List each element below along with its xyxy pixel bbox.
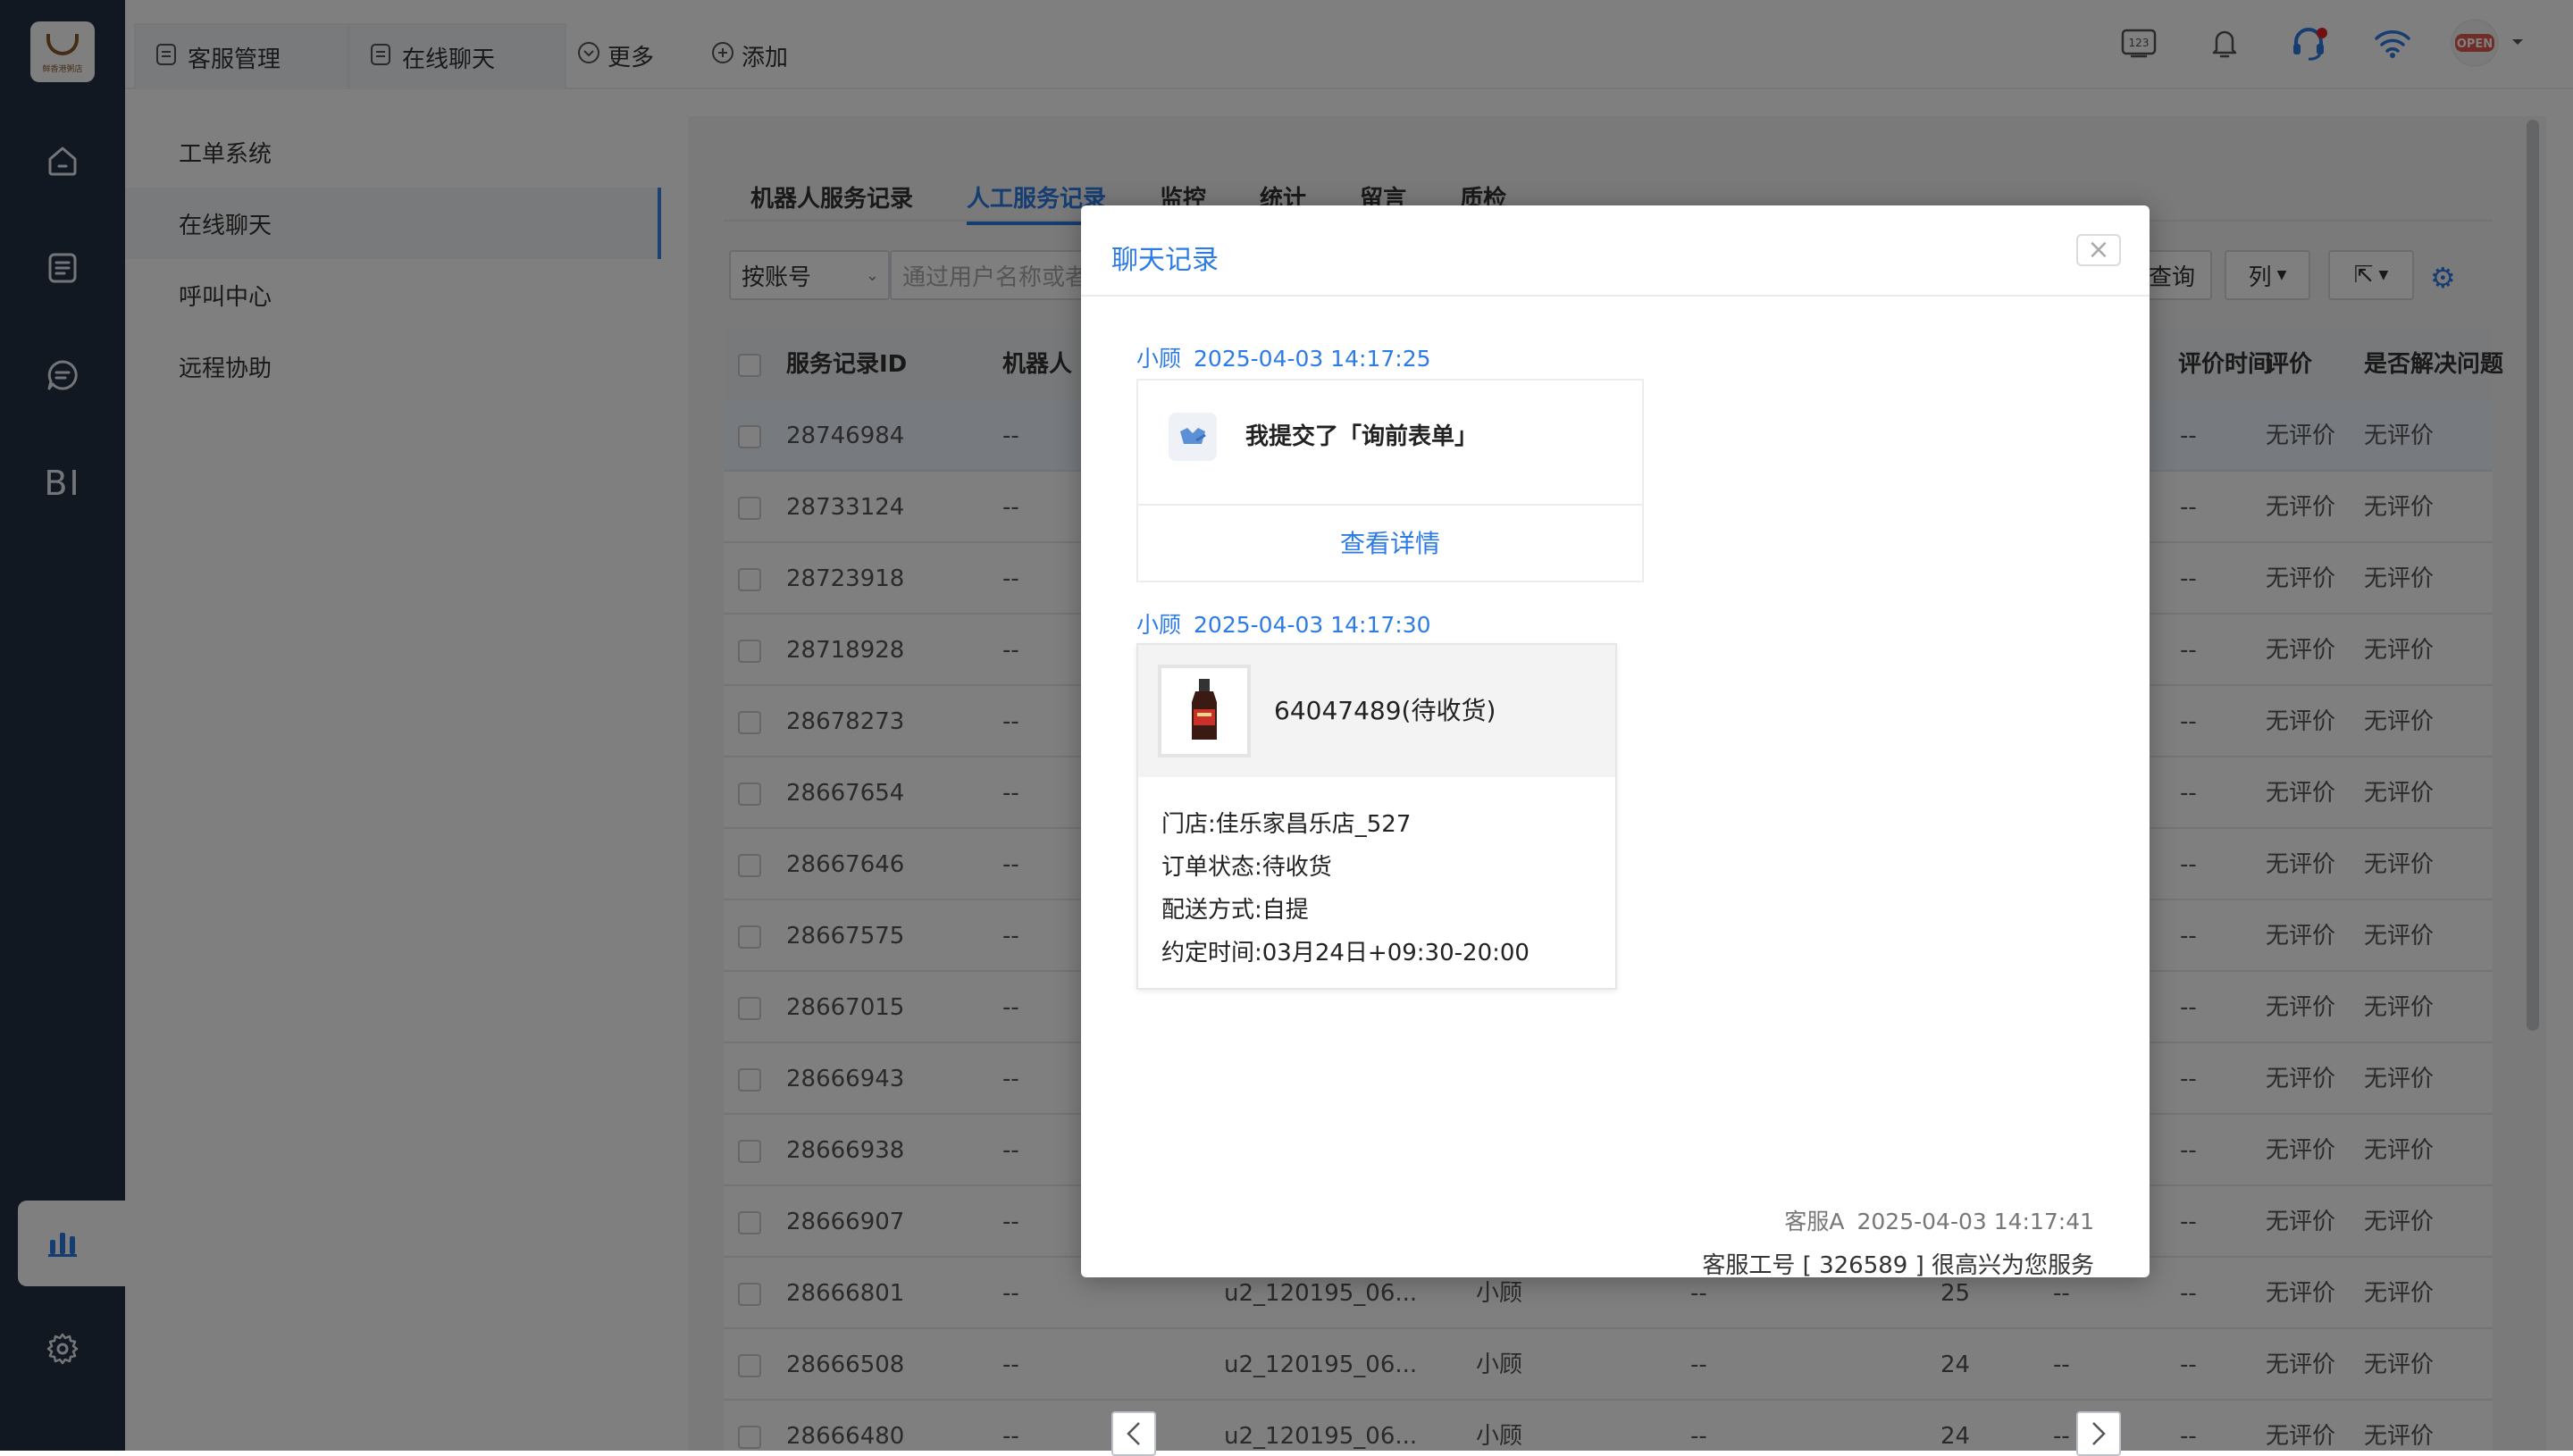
dialog-divider: [1081, 295, 2150, 297]
order-delivery: 配送方式:自提: [1161, 897, 1309, 924]
message-time: 2025-04-03 14:17:25: [1194, 346, 1431, 372]
close-button[interactable]: ×: [2076, 234, 2121, 266]
message-meta: 小顾 2025-04-03 14:17:25: [1136, 341, 1431, 373]
sender-name: 小顾: [1136, 346, 1182, 372]
order-number: 64047489(待收货): [1274, 696, 1496, 725]
chevron-left-icon: [1127, 1422, 1140, 1445]
order-card-header: 64047489(待收货): [1138, 645, 1615, 777]
agent-message-meta: 客服A 2025-04-03 14:17:41: [1784, 1204, 2094, 1236]
order-card[interactable]: 64047489(待收货) 门店:佳乐家昌乐店_527 订单状态:待收货 配送方…: [1136, 643, 1617, 990]
sender-name: 小顾: [1136, 612, 1182, 638]
agent-message-text: 客服工号 [ 326589 ] 很高兴为您服务: [1702, 1252, 2094, 1279]
form-icon: [1169, 413, 1217, 461]
message-time: 2025-04-03 14:17:30: [1194, 612, 1431, 638]
view-details-link[interactable]: 查看详情: [1138, 506, 1642, 582]
message-meta: 小顾 2025-04-03 14:17:30: [1136, 607, 1431, 640]
product-image: [1158, 665, 1251, 757]
next-button[interactable]: [2076, 1411, 2121, 1456]
order-appointment: 约定时间:03月24日+09:30-20:00: [1161, 940, 1530, 966]
form-card: 我提交了「询前表单」 查看详情: [1136, 379, 1644, 582]
message-time: 2025-04-03 14:17:41: [1856, 1209, 2094, 1234]
previous-button[interactable]: [1111, 1411, 1156, 1456]
chevron-right-icon: [2092, 1422, 2106, 1445]
dialog-title: 聊天记录: [1111, 245, 1219, 276]
form-message-text: 我提交了「询前表单」: [1245, 423, 1479, 450]
agent-name: 客服A: [1784, 1209, 1845, 1234]
order-status: 订单状态:待收货: [1161, 854, 1332, 881]
chat-record-dialog: 聊天记录 × 小顾 2025-04-03 14:17:25 我提交了「询前表单」 …: [1081, 205, 2150, 1456]
order-store: 门店:佳乐家昌乐店_527: [1161, 811, 1412, 838]
